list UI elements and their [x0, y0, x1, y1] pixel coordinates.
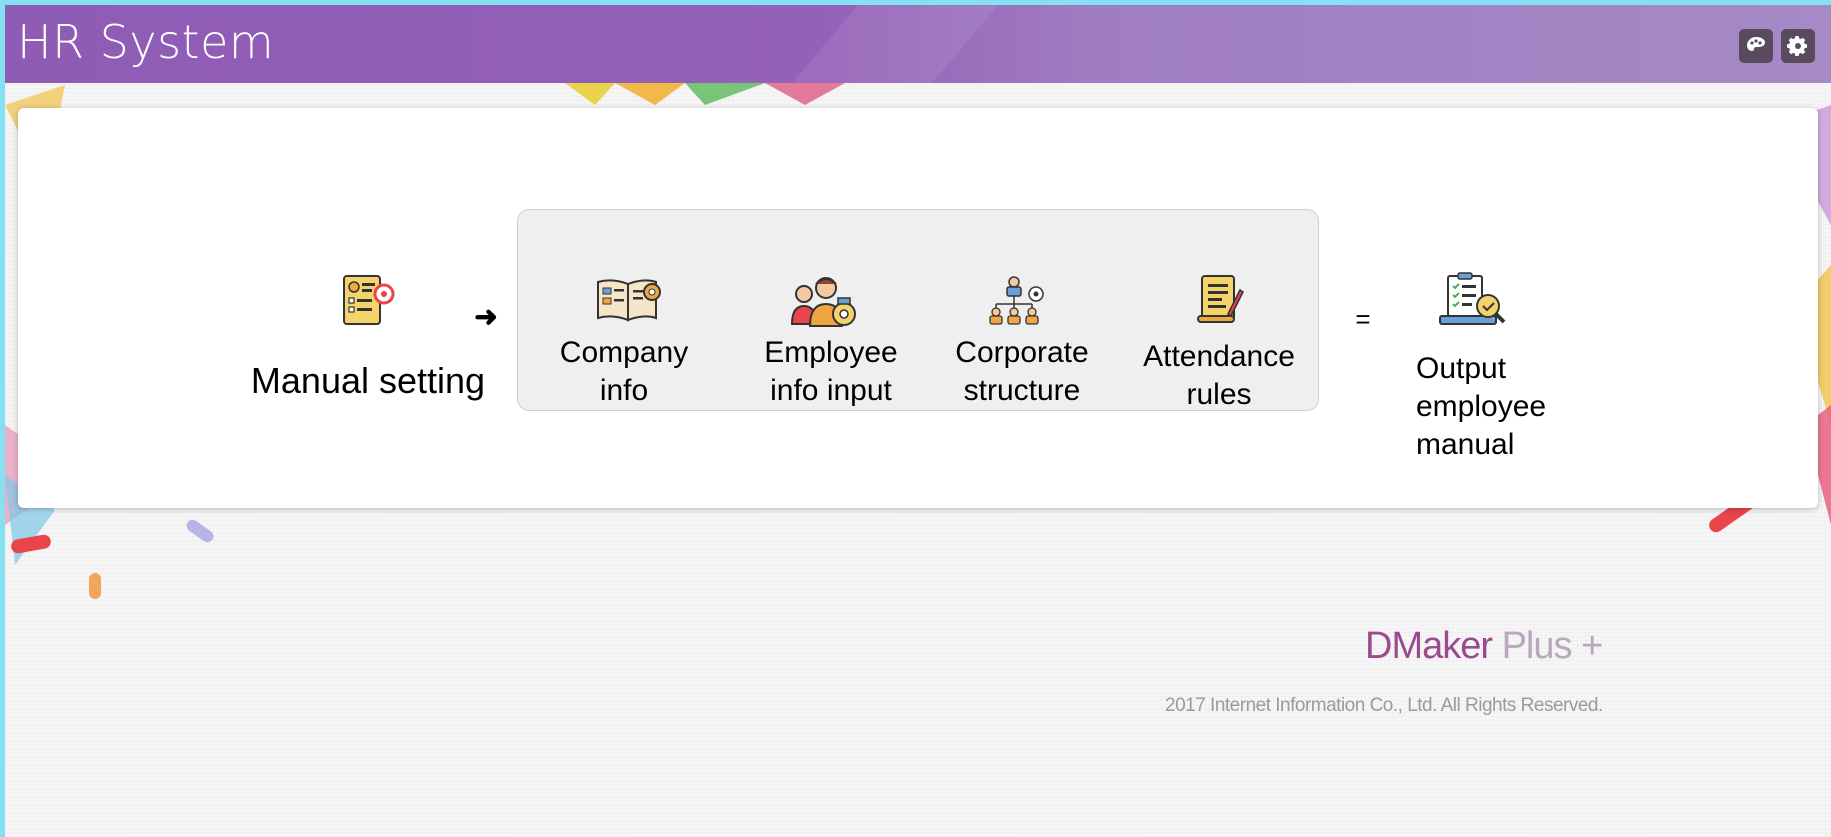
attendance-rules-label-1: Attendance — [1143, 340, 1295, 373]
top-header: HR System — [5, 5, 1831, 83]
brand-plus: Plus + — [1492, 625, 1604, 667]
employees-badge-icon — [790, 277, 856, 327]
equals-sign: = — [1355, 304, 1371, 334]
corporate-structure-label-1: Corporate — [955, 336, 1089, 369]
employee-info-label-2: info input — [770, 374, 892, 407]
corporate-structure-label-2: structure — [963, 374, 1081, 407]
employee-info-label-1: Employee — [764, 336, 898, 369]
workflow-card: Manual setting ➜ Company info Employee i… — [18, 108, 1818, 508]
company-book-gear-icon — [597, 279, 661, 322]
org-chart-icon — [989, 276, 1044, 325]
company-info-label-1: Company — [559, 336, 689, 369]
theme-button[interactable] — [1739, 29, 1773, 63]
brand-main: DMaker — [1365, 625, 1493, 667]
settings-button[interactable] — [1781, 29, 1815, 63]
gear-icon — [1787, 36, 1807, 56]
flow-arrow: ➜ — [474, 301, 498, 332]
resume-target-icon — [343, 275, 395, 325]
brand-logo: DMaker Plus + — [1365, 625, 1604, 668]
copyright-text: 2017 Internet Information Co., Ltd. All … — [1165, 695, 1603, 716]
manual-setting-label: Manual setting — [250, 360, 486, 401]
palette-icon — [1747, 37, 1765, 51]
output-label-3: manual — [1416, 428, 1515, 461]
output-label-2: employee — [1416, 390, 1547, 423]
laptop-checklist-icon — [1439, 272, 1506, 325]
app-title: HR System — [17, 15, 275, 69]
attendance-rules-label-2: rules — [1186, 378, 1252, 411]
company-info-label-2: info — [599, 374, 649, 407]
app-stage: HR System Manual setting ➜ Company info … — [5, 5, 1831, 837]
output-label-1: Output — [1416, 352, 1507, 385]
checklist-scroll-icon — [1197, 275, 1244, 323]
